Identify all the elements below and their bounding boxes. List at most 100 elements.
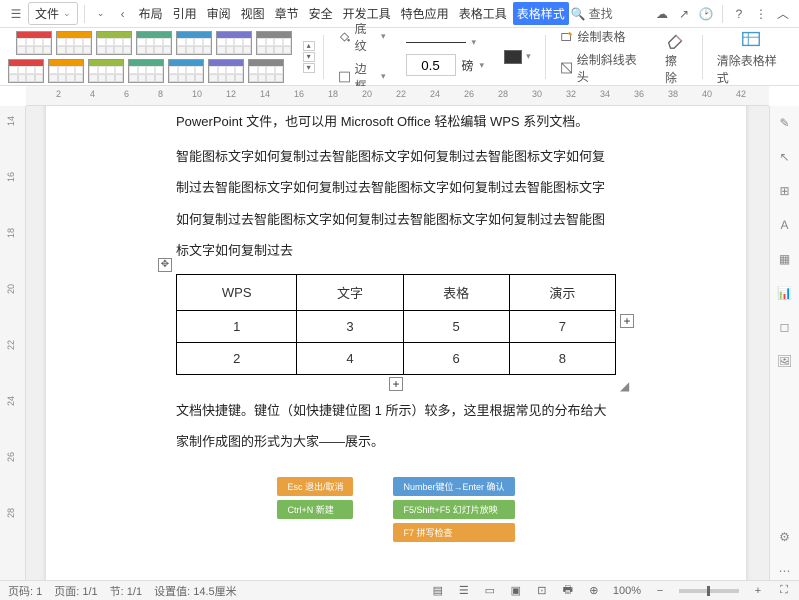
zoom-out-icon[interactable]: −	[653, 584, 667, 598]
chart-icon[interactable]: 📊	[776, 284, 794, 302]
table-style-tile[interactable]	[96, 31, 132, 55]
share-icon[interactable]: ↗	[674, 4, 694, 24]
width-unit: 磅	[462, 57, 474, 74]
border-color-swatch[interactable]	[504, 50, 522, 64]
table-style-tile[interactable]	[208, 59, 244, 83]
menu-icon[interactable]: ☰	[6, 4, 26, 24]
image-icon[interactable]: 🖼	[776, 352, 794, 370]
pencil-icon[interactable]: ✎	[776, 114, 794, 132]
table-cell[interactable]: 文字	[297, 274, 403, 310]
ruler-number: 14	[260, 89, 270, 99]
table-style-tile[interactable]	[256, 31, 292, 55]
view-mode-4-icon[interactable]: ▣	[509, 584, 523, 598]
prev-icon[interactable]: ‹	[113, 4, 133, 24]
table-style-tile[interactable]	[128, 59, 164, 83]
table-style-tile[interactable]	[168, 59, 204, 83]
tab-chapter[interactable]: 章节	[271, 2, 303, 25]
more-icon[interactable]: ⋮	[751, 4, 771, 24]
pages-value: 1/1	[82, 586, 97, 598]
table-style-tile[interactable]	[216, 31, 252, 55]
template-icon[interactable]: ◻	[776, 318, 794, 336]
table-cell[interactable]: 1	[177, 310, 297, 342]
eraser-button[interactable]: 擦除	[659, 26, 694, 88]
status-bar: 页码: 1 页面: 1/1 节: 1/1 设置值: 14.5厘米 ▤ ☰ ▭ ▣…	[0, 580, 799, 600]
gallery-down-icon[interactable]: ▾	[303, 52, 315, 62]
table-add-column-button[interactable]: +	[620, 314, 634, 328]
paragraph: 智能图标文字如何复制过去智能图标文字如何复制过去智能图标文字如何复制过去智能图标…	[176, 141, 616, 266]
vertical-ruler[interactable]: 1416182022242628	[0, 106, 26, 580]
tab-review[interactable]: 审阅	[203, 2, 235, 25]
draw-table-button[interactable]: 绘制表格	[560, 28, 645, 45]
tab-special[interactable]: 特色应用	[397, 2, 453, 25]
table-cell[interactable]: 6	[403, 342, 509, 374]
table-cell[interactable]: 2	[177, 342, 297, 374]
tab-view[interactable]: 视图	[237, 2, 269, 25]
select-icon[interactable]: ↖	[776, 148, 794, 166]
table-style-tile[interactable]	[8, 59, 44, 83]
table-add-row-button[interactable]: +	[389, 377, 403, 391]
page-value: 1	[36, 586, 42, 598]
table-cell[interactable]: 3	[297, 310, 403, 342]
table-cell[interactable]: WPS	[177, 274, 297, 310]
page-label: 页码:	[8, 586, 33, 598]
view-mode-5-icon[interactable]: ⊡	[535, 584, 549, 598]
history-icon[interactable]: 🕑	[696, 4, 716, 24]
tab-reference[interactable]: 引用	[169, 2, 201, 25]
table-styles-gallery[interactable]	[8, 31, 293, 83]
fullscreen-icon[interactable]: ⛶	[777, 584, 791, 598]
clear-style-button[interactable]: 清除表格样式	[711, 26, 791, 88]
table-style-tile[interactable]	[16, 31, 52, 55]
help-icon[interactable]: ?	[729, 4, 749, 24]
tab-table-style[interactable]: 表格样式	[513, 2, 569, 25]
table-cell[interactable]: 演示	[509, 274, 615, 310]
document-table[interactable]: WPS 文字 表格 演示 1 3 5 7 2 4 6	[176, 274, 616, 375]
tab-table-tools[interactable]: 表格工具	[455, 2, 511, 25]
file-menu[interactable]: 文件 ⌄	[28, 2, 78, 25]
view-mode-3-icon[interactable]: ▭	[483, 584, 497, 598]
tools-icon[interactable]: ⚙	[776, 528, 794, 546]
cloud-icon[interactable]: ☁	[652, 4, 672, 24]
ruler-number: 36	[634, 89, 644, 99]
draw-diagonal-button[interactable]: 绘制斜线表头	[560, 51, 645, 85]
table-cell[interactable]: 8	[509, 342, 615, 374]
ruler-number: 26	[6, 452, 16, 462]
page-area[interactable]: PowerPoint 文件，也可以用 Microsoft Office 轻松编辑…	[26, 106, 769, 580]
zoom-value[interactable]: 100%	[613, 585, 641, 597]
table-style-tile[interactable]	[248, 59, 284, 83]
tab-layout[interactable]: 布局	[135, 2, 167, 25]
table-cell[interactable]: 5	[403, 310, 509, 342]
table-cell[interactable]: 7	[509, 310, 615, 342]
collapse-icon[interactable]: ︿	[773, 4, 793, 24]
zoom-slider[interactable]	[679, 589, 739, 593]
table-move-handle[interactable]: ✥	[158, 258, 172, 272]
diagonal-icon	[560, 61, 573, 75]
grid-icon[interactable]: ▦	[776, 250, 794, 268]
zoom-fit-icon[interactable]: ⊕	[587, 584, 601, 598]
print-icon[interactable]: 🖶	[561, 584, 575, 598]
border-width-input[interactable]	[406, 54, 456, 76]
table-resize-handle[interactable]: ◢	[620, 379, 628, 387]
shading-button[interactable]: 底纹▾	[338, 20, 386, 54]
view-mode-2-icon[interactable]: ☰	[457, 584, 471, 598]
border-line-style[interactable]: ▾	[406, 37, 485, 48]
table-style-tile[interactable]	[56, 31, 92, 55]
ruler-number: 42	[736, 89, 746, 99]
table-style-tile[interactable]	[136, 31, 172, 55]
settings-icon[interactable]: ⊞	[776, 182, 794, 200]
gallery-up-icon[interactable]: ▴	[303, 41, 315, 51]
more-icon[interactable]: ⋯	[776, 562, 794, 580]
chevron-down-icon[interactable]: ⌄	[91, 4, 111, 24]
table-cell[interactable]: 4	[297, 342, 403, 374]
table-style-tile[interactable]	[176, 31, 212, 55]
view-mode-1-icon[interactable]: ▤	[431, 584, 445, 598]
zoom-in-icon[interactable]: +	[751, 584, 765, 598]
table-cell[interactable]: 表格	[403, 274, 509, 310]
horizontal-ruler[interactable]: 24681012141618202224262830323436384042	[26, 86, 769, 106]
search-button[interactable]: 🔍 查找	[571, 5, 613, 22]
font-icon[interactable]: A	[776, 216, 794, 234]
gallery-more-icon[interactable]: ▾	[303, 63, 315, 73]
table-style-tile[interactable]	[48, 59, 84, 83]
section-label: 节:	[110, 586, 124, 598]
ruler-number: 18	[328, 89, 338, 99]
table-style-tile[interactable]	[88, 59, 124, 83]
